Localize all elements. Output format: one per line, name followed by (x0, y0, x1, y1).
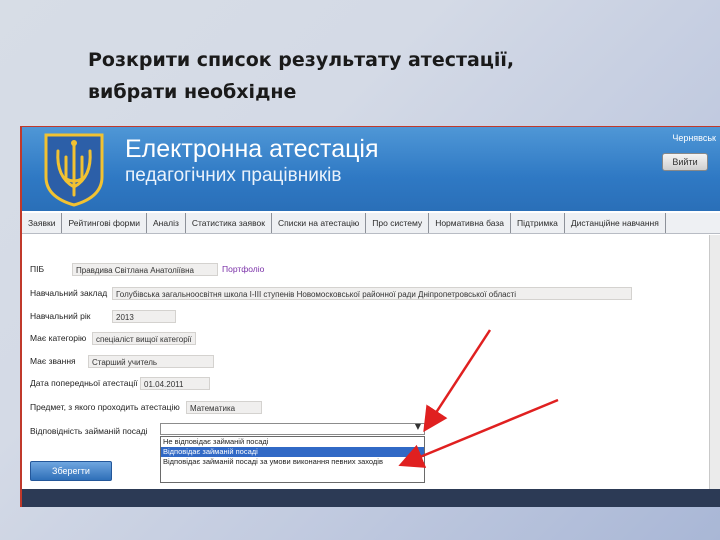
position-select[interactable]: ▼ (160, 422, 425, 435)
main-nav: Заявки Рейтингові форми Аналіз Статистик… (22, 213, 720, 234)
nav-item-about[interactable]: Про систему (366, 213, 430, 233)
category-label: Має категорію (30, 333, 87, 343)
slide-title-line-2: вибрати необхідне (88, 81, 297, 103)
nav-item-rating-forms[interactable]: Рейтингові форми (62, 213, 148, 233)
date-field[interactable]: 01.04.2011 (140, 377, 210, 390)
slide-title-line-1: Розкрити список результату атестації, (88, 49, 515, 71)
year-label: Навчальний рік (30, 311, 91, 321)
nav-item-requests[interactable]: Заявки (22, 213, 63, 233)
pib-label: ПІБ (30, 264, 45, 274)
position-label: Відповідність займаній посаді (30, 426, 148, 436)
school-label: Навчальний заклад (30, 288, 108, 298)
nav-item-analysis[interactable]: Аналіз (147, 213, 186, 233)
portfolio-link[interactable]: Портфоліо (222, 264, 264, 274)
save-button[interactable]: Зберегти (30, 461, 112, 481)
option-not-compliant[interactable]: Не відповідає займаній посаді (161, 437, 424, 447)
year-field[interactable]: 2013 (112, 310, 176, 323)
option-compliant[interactable]: Відповідає займаній посаді (161, 447, 424, 457)
subject-field[interactable]: Математика (186, 401, 262, 414)
slide-title: Розкрити список результату атестації, ви… (88, 44, 648, 108)
coat-of-arms-icon (44, 133, 104, 207)
nav-item-attestation-lists[interactable]: Списки на атестацію (272, 213, 367, 233)
nav-item-regulations[interactable]: Нормативна база (429, 213, 512, 233)
footer-bar (22, 489, 720, 507)
nav-item-request-stats[interactable]: Статистика заявок (186, 213, 272, 233)
subject-label: Предмет, з якого проходить атестацію (30, 402, 180, 412)
vertical-scrollbar[interactable] (709, 235, 720, 507)
title-field[interactable]: Старший учитель (88, 355, 214, 368)
site-header: Електронна атестація педагогічних праців… (22, 127, 720, 211)
site-title: Електронна атестація (125, 135, 379, 163)
user-name: Чернявськ (672, 133, 716, 143)
nav-item-support[interactable]: Підтримка (511, 213, 565, 233)
category-field[interactable]: спеціаліст вищої категорії (92, 332, 196, 345)
date-label: Дата попередньої атестації (30, 378, 138, 388)
title-label: Має звання (30, 356, 76, 366)
nav-item-distance-learning[interactable]: Дистанційне навчання (565, 213, 666, 233)
chevron-down-icon[interactable]: ▼ (415, 422, 421, 431)
logout-button[interactable]: Вийти (662, 153, 708, 171)
option-compliant-conditional[interactable]: Відповідає займаній посаді за умови вико… (161, 457, 424, 467)
pib-field[interactable]: Правдива Світлана Анатоліївна (72, 263, 218, 276)
embedded-screenshot: Електронна атестація педагогічних праців… (20, 126, 720, 507)
position-dropdown-list: Не відповідає займаній посаді Відповідає… (160, 436, 425, 483)
site-subtitle: педагогічних працівників (125, 165, 342, 186)
school-field[interactable]: Голубівська загальноосвітня школа І-ІІІ … (112, 287, 632, 300)
